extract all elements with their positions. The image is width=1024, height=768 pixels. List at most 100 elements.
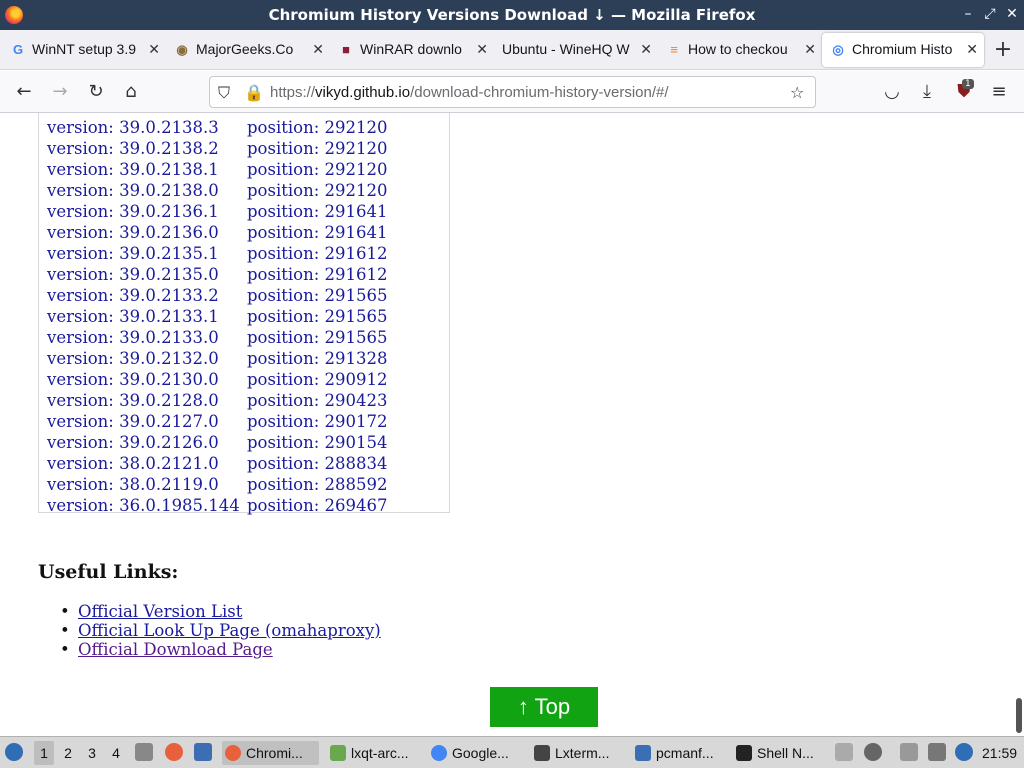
close-tab-icon[interactable]: ✕ bbox=[476, 41, 488, 58]
start-menu-icon[interactable] bbox=[5, 743, 23, 761]
position-label[interactable]: position: 291565 bbox=[247, 307, 388, 326]
version-label[interactable]: version: 39.0.2136.0 bbox=[47, 223, 219, 242]
version-row: version: 39.0.2136.0 position: 291641 bbox=[47, 223, 388, 242]
official-lookup-page-link[interactable]: Official Look Up Page (omahaproxy) bbox=[78, 621, 381, 640]
position-label[interactable]: position: 290423 bbox=[247, 391, 388, 410]
position-label[interactable]: position: 291328 bbox=[247, 349, 388, 368]
tab-winnt-setup[interactable]: G WinNT setup 3.9 ✕ bbox=[2, 33, 166, 67]
forward-button[interactable]: → bbox=[48, 80, 72, 104]
official-version-list-link[interactable]: Official Version List bbox=[78, 602, 242, 621]
file-manager-launcher-icon[interactable] bbox=[135, 743, 153, 761]
clipboard-tray-icon[interactable] bbox=[835, 743, 853, 761]
position-label[interactable]: position: 290912 bbox=[247, 370, 388, 389]
tab-winrar[interactable]: ■ WinRAR downlo ✕ bbox=[330, 33, 494, 67]
version-label[interactable]: version: 39.0.2136.1 bbox=[47, 202, 219, 221]
version-label[interactable]: version: 39.0.2130.0 bbox=[47, 370, 219, 389]
menu-icon[interactable]: ≡ bbox=[987, 80, 1011, 104]
task-lxqt-archiver[interactable]: lxqt-arc... bbox=[327, 741, 424, 765]
downloads-icon[interactable]: ⤓ bbox=[915, 80, 939, 104]
show-desktop-icon[interactable] bbox=[194, 743, 212, 761]
terminal-icon bbox=[534, 745, 550, 761]
update-notifier-icon[interactable] bbox=[955, 743, 973, 761]
useful-links-heading: Useful Links: bbox=[38, 561, 179, 583]
version-label[interactable]: version: 39.0.2126.0 bbox=[47, 433, 219, 452]
version-label[interactable]: version: 39.0.2133.2 bbox=[47, 286, 219, 305]
volume-icon[interactable] bbox=[864, 743, 882, 761]
close-tab-icon[interactable]: ✕ bbox=[640, 41, 652, 58]
position-label[interactable]: position: 290154 bbox=[247, 433, 388, 452]
tab-majorgeeks[interactable]: ◉ MajorGeeks.Co ✕ bbox=[166, 33, 330, 67]
position-label[interactable]: position: 291565 bbox=[247, 286, 388, 305]
position-label[interactable]: position: 291612 bbox=[247, 265, 388, 284]
version-row: version: 39.0.2133.0 position: 291565 bbox=[47, 328, 388, 347]
version-label[interactable]: version: 39.0.2138.0 bbox=[47, 181, 219, 200]
version-label[interactable]: version: 39.0.2128.0 bbox=[47, 391, 219, 410]
maximize-button[interactable]: ⤢ bbox=[980, 4, 1000, 24]
bookmark-star-icon[interactable]: ☆ bbox=[790, 83, 804, 102]
version-label[interactable]: version: 39.0.2138.1 bbox=[47, 160, 219, 179]
version-label[interactable]: version: 39.0.2135.1 bbox=[47, 244, 219, 263]
task-shell[interactable]: Shell N... bbox=[733, 741, 830, 765]
version-label[interactable]: version: 36.0.1985.144 bbox=[47, 496, 240, 515]
position-label[interactable]: position: 290172 bbox=[247, 412, 388, 431]
position-label[interactable]: position: 291641 bbox=[247, 223, 388, 242]
task-lxterminal[interactable]: Lxterm... bbox=[531, 741, 628, 765]
tab-strip: G WinNT setup 3.9 ✕ ◉ MajorGeeks.Co ✕ ■ … bbox=[0, 30, 1024, 70]
position-label[interactable]: position: 292120 bbox=[247, 118, 388, 137]
version-row: version: 39.0.2130.0 position: 290912 bbox=[47, 370, 388, 389]
official-download-page-link[interactable]: Official Download Page bbox=[78, 640, 273, 659]
tab-chromium-history[interactable]: ◎ Chromium Histo ✕ bbox=[822, 33, 984, 67]
version-label[interactable]: version: 39.0.2138.2 bbox=[47, 139, 219, 158]
version-row: version: 38.0.2121.0 position: 288834 bbox=[47, 454, 388, 473]
reload-button[interactable]: ↻ bbox=[84, 80, 108, 104]
back-to-top-button[interactable]: ↑ Top bbox=[490, 687, 598, 727]
minimize-button[interactable]: – bbox=[958, 4, 978, 24]
page-scrollbar[interactable] bbox=[1014, 113, 1024, 735]
home-button[interactable]: ⌂ bbox=[119, 80, 143, 104]
task-firefox[interactable]: Chromi... bbox=[222, 741, 319, 765]
task-pcmanfm[interactable]: pcmanf... bbox=[632, 741, 729, 765]
version-label[interactable]: version: 39.0.2133.0 bbox=[47, 328, 219, 347]
desktop-4-button[interactable]: 4 bbox=[106, 741, 126, 765]
network-icon[interactable] bbox=[928, 743, 946, 761]
task-google-chrome[interactable]: Google... bbox=[428, 741, 525, 765]
close-tab-icon[interactable]: ✕ bbox=[148, 41, 160, 58]
position-label[interactable]: position: 288592 bbox=[247, 475, 388, 494]
tab-how-to-checkout[interactable]: ≡ How to checkou ✕ bbox=[658, 33, 822, 67]
new-tab-button[interactable]: + bbox=[990, 36, 1016, 64]
version-label[interactable]: version: 39.0.2138.3 bbox=[47, 118, 219, 137]
position-label[interactable]: position: 269467 bbox=[247, 496, 388, 515]
version-label[interactable]: version: 39.0.2133.1 bbox=[47, 307, 219, 326]
desktop-3-button[interactable]: 3 bbox=[82, 741, 102, 765]
version-label[interactable]: version: 39.0.2135.0 bbox=[47, 265, 219, 284]
position-label[interactable]: position: 292120 bbox=[247, 160, 388, 179]
position-label[interactable]: position: 292120 bbox=[247, 181, 388, 200]
url-bar[interactable]: ⛉ 🔒 https://vikyd.github.io/download-chr… bbox=[209, 76, 816, 108]
position-label[interactable]: position: 291612 bbox=[247, 244, 388, 263]
pocket-icon[interactable]: ◡ bbox=[880, 80, 904, 104]
back-button[interactable]: ← bbox=[12, 80, 36, 104]
position-label[interactable]: position: 292120 bbox=[247, 139, 388, 158]
position-label[interactable]: position: 291641 bbox=[247, 202, 388, 221]
shield-icon[interactable]: ⛉ bbox=[218, 83, 230, 103]
version-label[interactable]: version: 38.0.2121.0 bbox=[47, 454, 219, 473]
version-label[interactable]: version: 39.0.2132.0 bbox=[47, 349, 219, 368]
close-tab-icon[interactable]: ✕ bbox=[312, 41, 324, 58]
navigation-toolbar: ← → ↻ ⌂ ⛉ 🔒 https://vikyd.github.io/down… bbox=[0, 71, 1024, 113]
notes-tray-icon[interactable] bbox=[900, 743, 918, 761]
firefox-launcher-icon[interactable] bbox=[165, 743, 183, 761]
clock[interactable]: 21:59 bbox=[982, 741, 1017, 765]
close-tab-icon[interactable]: ✕ bbox=[966, 41, 978, 58]
scrollbar-thumb[interactable] bbox=[1016, 698, 1022, 733]
lock-icon[interactable]: 🔒 bbox=[244, 83, 264, 102]
version-label[interactable]: version: 39.0.2127.0 bbox=[47, 412, 219, 431]
url-text[interactable]: https://vikyd.github.io/download-chromiu… bbox=[270, 84, 669, 101]
desktop-2-button[interactable]: 2 bbox=[58, 741, 78, 765]
position-label[interactable]: position: 291565 bbox=[247, 328, 388, 347]
position-label[interactable]: position: 288834 bbox=[247, 454, 388, 473]
desktop-1-button[interactable]: 1 bbox=[34, 741, 54, 765]
tab-winehq[interactable]: Ubuntu - WineHQ W ✕ bbox=[494, 33, 658, 67]
close-window-button[interactable]: ✕ bbox=[1002, 4, 1022, 24]
version-label[interactable]: version: 38.0.2119.0 bbox=[47, 475, 219, 494]
close-tab-icon[interactable]: ✕ bbox=[804, 41, 816, 58]
